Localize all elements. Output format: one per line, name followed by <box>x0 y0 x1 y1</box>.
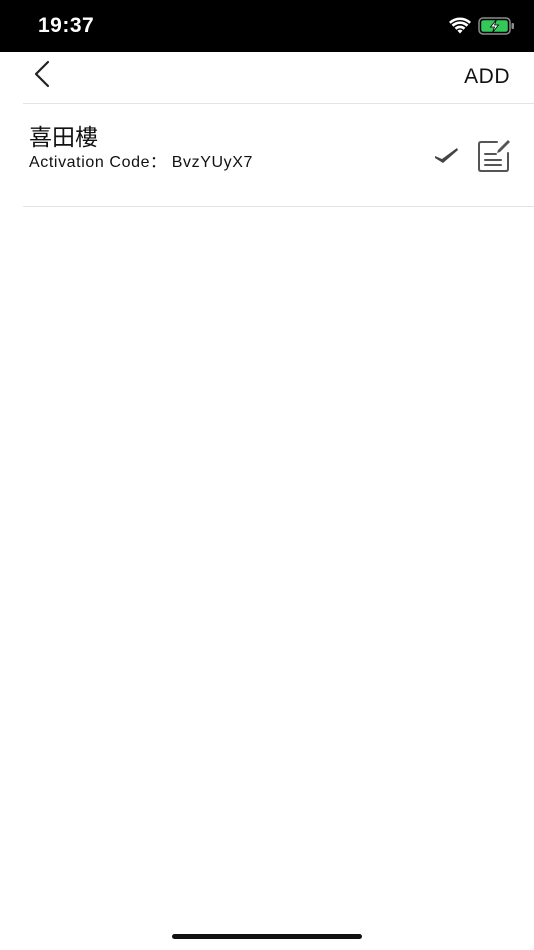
activation-code-value: BvzYUyX7 <box>171 154 253 171</box>
activation-code-row: Activation Code： BvzYUyX7 <box>29 148 253 172</box>
back-button[interactable] <box>26 58 62 94</box>
chevron-left-icon <box>34 60 50 88</box>
add-button[interactable]: ADD <box>464 65 510 89</box>
home-indicator[interactable] <box>172 934 362 939</box>
list-item[interactable]: 喜田樓 Activation Code： BvzYUyX7 <box>23 104 534 206</box>
edit-icon[interactable] <box>476 138 512 174</box>
status-time: 19:37 <box>38 14 95 37</box>
check-icon[interactable] <box>433 144 461 166</box>
status-bar: 19:37 <box>0 0 534 52</box>
item-name: 喜田樓 <box>29 124 98 150</box>
battery-charging-icon <box>478 16 516 36</box>
divider <box>23 206 534 207</box>
activation-code-label: Activation Code： <box>29 154 167 171</box>
wifi-icon <box>449 17 471 35</box>
navigation-bar: ADD <box>0 52 534 104</box>
